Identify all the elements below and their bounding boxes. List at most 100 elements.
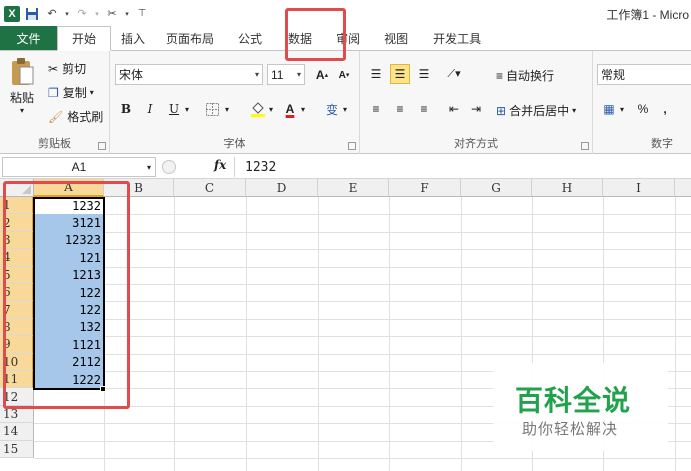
font-group: 宋体 ▾ 11 ▾ A ▴ A ▾ B I U ▾ ▾ ▾ A ▾ 变 ▾ 字体 — [110, 51, 360, 154]
merge-icon: ⊞ — [496, 103, 507, 118]
tab-file[interactable]: 文件 — [0, 26, 57, 50]
borders-button[interactable] — [202, 99, 222, 119]
cut-button[interactable]: ✂ 剪切 — [48, 60, 86, 77]
underline-dropdown-icon[interactable]: ▾ — [182, 99, 192, 119]
align-middle-button[interactable]: ☰ — [390, 64, 410, 84]
formula-input[interactable]: 1232 — [234, 157, 691, 177]
column-header-e[interactable]: E — [318, 179, 389, 197]
wrap-text-label: 自动换行 — [506, 69, 555, 83]
insert-function-icon[interactable]: fx — [214, 158, 226, 172]
font-size-select[interactable]: 11 ▾ — [267, 64, 305, 85]
borders-dropdown-icon[interactable]: ▾ — [222, 99, 232, 119]
redo-dropdown-icon[interactable]: ▾ — [93, 5, 101, 23]
redo-icon[interactable]: ↷ — [73, 5, 91, 23]
italic-button[interactable]: I — [140, 99, 160, 119]
font-name-dropdown-icon[interactable]: ▾ — [255, 70, 259, 79]
paste-label: 粘贴 — [9, 91, 34, 105]
font-size-dropdown-icon[interactable]: ▾ — [297, 70, 301, 79]
alignment-launcher-icon[interactable] — [581, 142, 589, 150]
fill-color-dropdown-icon[interactable]: ▾ — [266, 99, 276, 119]
customize-dropdown-icon[interactable]: ▾ — [123, 5, 131, 23]
font-launcher-icon[interactable] — [348, 142, 356, 150]
column-header-d[interactable]: D — [246, 179, 318, 197]
align-center-button[interactable]: ≡ — [390, 99, 410, 119]
font-name-value: 宋体 — [119, 68, 144, 82]
copy-button[interactable]: ❐ 复制 ▾ — [48, 84, 94, 101]
gridline — [34, 353, 691, 355]
percent-button[interactable]: % — [633, 99, 653, 119]
borders-icon — [205, 102, 219, 116]
tab-home[interactable]: 开始 — [57, 26, 111, 51]
name-box-dropdown-icon[interactable]: ▾ — [147, 163, 151, 172]
decrease-indent-button[interactable]: ⇤ — [444, 99, 464, 119]
qa-more-icon[interactable]: ⊤ — [133, 5, 151, 23]
currency-button[interactable]: ▦ — [599, 99, 619, 119]
shrink-font-button[interactable]: A ▾ — [334, 65, 354, 85]
gridline — [675, 197, 676, 471]
tab-page-layout[interactable]: 页面布局 — [155, 26, 225, 50]
gridline — [34, 301, 691, 303]
formula-bar-splitter-icon[interactable] — [162, 160, 176, 174]
gridline — [318, 197, 319, 471]
shrink-arrow-icon: ▾ — [345, 72, 350, 79]
number-group: 常规 ▦ ▾ % , 数字 — [593, 51, 691, 154]
align-top-button[interactable]: ☰ — [366, 64, 386, 84]
number-group-label: 数字 — [651, 138, 673, 150]
align-bottom-button[interactable]: ☰ — [414, 64, 434, 84]
row-header-15[interactable]: 15 — [0, 440, 34, 458]
wrap-text-button[interactable]: ≡ 自动换行 — [496, 67, 554, 84]
increase-indent-button[interactable]: ⇥ — [466, 99, 486, 119]
number-format-select[interactable]: 常规 — [597, 64, 691, 85]
bold-button[interactable]: B — [116, 99, 136, 119]
column-header-i[interactable]: I — [603, 179, 675, 197]
undo-dropdown-icon[interactable]: ▾ — [63, 5, 71, 23]
column-header-c[interactable]: C — [174, 179, 246, 197]
row-header-14[interactable]: 14 — [0, 423, 34, 441]
font-name-select[interactable]: 宋体 ▾ — [115, 64, 263, 85]
underline-button[interactable]: U — [164, 99, 184, 119]
column-header-h[interactable]: H — [532, 179, 603, 197]
paste-dropdown-icon[interactable]: ▾ — [20, 106, 24, 115]
column-header-g[interactable]: G — [461, 179, 532, 197]
tab-view[interactable]: 视图 — [371, 26, 421, 50]
highlight-data-tab — [285, 8, 346, 61]
number-format-value: 常规 — [601, 68, 626, 82]
grow-arrow-icon: ▴ — [324, 72, 329, 79]
tab-developer[interactable]: 开发工具 — [421, 26, 493, 50]
name-box[interactable]: A1 ▾ — [2, 157, 156, 177]
font-size-value: 11 — [271, 67, 284, 82]
merge-center-button[interactable]: ⊞ 合并后居中 ▾ — [496, 102, 576, 119]
column-header-f[interactable]: F — [389, 179, 461, 197]
comma-button[interactable]: , — [655, 99, 675, 119]
brush-icon: 🖌 — [48, 109, 64, 124]
format-painter-button[interactable]: 🖌 格式刷 — [48, 108, 103, 125]
tab-formulas[interactable]: 公式 — [225, 26, 275, 50]
fill-bucket-icon — [251, 102, 265, 117]
copy-dropdown-icon[interactable]: ▾ — [90, 88, 94, 97]
gridline — [389, 197, 390, 471]
grow-font-button[interactable]: A ▴ — [312, 65, 332, 85]
column-header-extra[interactable] — [675, 179, 691, 197]
customize-icon[interactable]: ✂ — [103, 5, 121, 23]
fill-color-button[interactable] — [248, 99, 268, 119]
align-left-button[interactable]: ≡ — [366, 99, 386, 119]
phonetic-dropdown-icon[interactable]: ▾ — [340, 99, 350, 119]
phonetic-button[interactable]: 变 — [322, 99, 342, 119]
orientation-button[interactable]: ⟋▾ — [444, 64, 464, 84]
gridline — [34, 284, 691, 285]
undo-icon[interactable]: ↶ — [43, 5, 61, 23]
merge-dropdown-icon[interactable]: ▾ — [572, 106, 576, 115]
currency-dropdown-icon[interactable]: ▾ — [617, 99, 627, 119]
paste-button[interactable]: 粘贴 ▾ — [6, 57, 38, 115]
ribbon: 粘贴 ▾ ✂ 剪切 ❐ 复制 ▾ 🖌 格式刷 剪贴板 宋体 ▾ 11 ▾ A▴ — [0, 51, 691, 154]
align-right-button[interactable]: ≡ — [414, 99, 434, 119]
copy-icon: ❐ — [48, 85, 59, 100]
save-icon[interactable] — [23, 5, 41, 23]
font-color-dropdown-icon[interactable]: ▾ — [298, 99, 308, 119]
name-box-value: A1 — [71, 160, 87, 174]
window-title: 工作簿1 - Micro — [606, 8, 689, 22]
font-color-button[interactable]: A — [280, 99, 300, 119]
clipboard-launcher-icon[interactable] — [98, 142, 106, 150]
gridline — [174, 197, 175, 471]
tab-insert[interactable]: 插入 — [111, 26, 155, 50]
